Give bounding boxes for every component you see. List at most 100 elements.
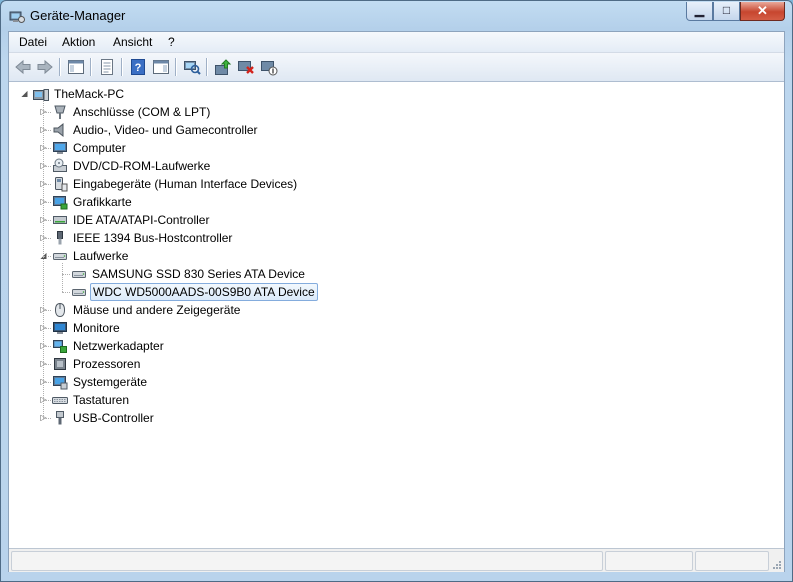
disable-device-button[interactable] bbox=[259, 57, 279, 77]
tree-node-label: Tastaturen bbox=[73, 393, 130, 407]
uninstall-button[interactable] bbox=[236, 57, 256, 77]
tree-node-label: WDC WD5000AADS-00S9B0 ATA Device bbox=[90, 283, 318, 301]
tree-category-node[interactable]: ▷ Grafikkarte bbox=[10, 193, 783, 211]
toolbar-separator bbox=[175, 58, 177, 76]
tree-device-node[interactable]: SAMSUNG SSD 830 Series ATA Device bbox=[10, 265, 783, 283]
tree-category-node[interactable]: ▷ Anschlüsse (COM & LPT) bbox=[10, 103, 783, 121]
tree-category-node[interactable]: ▷ Netzwerkadapter bbox=[10, 337, 783, 355]
help-button[interactable]: ? bbox=[128, 57, 148, 77]
tree-node-label: Audio-, Video- und Gamecontroller bbox=[73, 123, 258, 137]
tree-connector bbox=[43, 101, 44, 418]
tree-category-node[interactable]: ▷ IEEE 1394 Bus-Hostcontroller bbox=[10, 229, 783, 247]
tree-node-label: SAMSUNG SSD 830 Series ATA Device bbox=[92, 267, 305, 281]
tree-category-node[interactable]: ▷ Tastaturen bbox=[10, 391, 783, 409]
disk-drive-icon bbox=[72, 289, 86, 296]
tree-connector bbox=[62, 274, 70, 275]
collapse-arrow-icon[interactable]: ◢ bbox=[20, 85, 29, 103]
firewire-icon bbox=[57, 231, 63, 245]
monitor-icon bbox=[53, 322, 67, 334]
tree-connector bbox=[43, 112, 51, 113]
tree-connector bbox=[62, 292, 70, 293]
speaker-icon bbox=[53, 122, 64, 138]
title-bar[interactable]: Geräte-Manager ▁ □ ✕ bbox=[1, 1, 792, 31]
minimize-icon: ▁ bbox=[694, 3, 705, 17]
status-cell-tertiary bbox=[695, 551, 769, 571]
tree-node-label: USB-Controller bbox=[73, 411, 154, 425]
tree-node-label: TheMack-PC bbox=[54, 87, 125, 101]
tree-connector bbox=[62, 263, 63, 292]
tree-connector bbox=[43, 346, 51, 347]
tree-category-node[interactable]: ▷ Mäuse und andere Zeigegeräte bbox=[10, 301, 783, 319]
network-adapter-icon bbox=[53, 340, 67, 353]
hid-icon bbox=[55, 177, 68, 192]
tree-device-node-selected[interactable]: WDC WD5000AADS-00S9B0 ATA Device bbox=[10, 283, 783, 301]
resize-grip-icon[interactable] bbox=[772, 560, 782, 570]
tree-category-node[interactable]: ▷ Eingabegeräte (Human Interface Devices) bbox=[10, 175, 783, 193]
tree-connector bbox=[43, 256, 51, 257]
tree-connector bbox=[43, 382, 51, 383]
tree-category-node[interactable]: ▷ USB-Controller bbox=[10, 409, 783, 427]
tree-category-node[interactable]: ▷ Computer bbox=[10, 139, 783, 157]
window-title: Geräte-Manager bbox=[30, 8, 126, 23]
tree-node-label: Computer bbox=[73, 141, 126, 155]
tree-node-label: Anschlüsse (COM & LPT) bbox=[73, 105, 211, 119]
display-adapter-icon bbox=[53, 196, 68, 210]
close-button[interactable]: ✕ bbox=[740, 2, 785, 21]
minimize-button[interactable]: ▁ bbox=[686, 2, 713, 21]
svg-text:?: ? bbox=[135, 62, 142, 74]
status-cell-secondary bbox=[605, 551, 693, 571]
menu-aktion[interactable]: Aktion bbox=[62, 35, 95, 49]
tree-connector bbox=[43, 148, 51, 149]
forward-button[interactable] bbox=[35, 57, 55, 77]
device-manager-window: Geräte-Manager ▁ □ ✕ Datei Aktion Ansich… bbox=[0, 0, 793, 582]
menu-datei[interactable]: Datei bbox=[19, 35, 47, 49]
mouse-icon bbox=[54, 302, 66, 318]
update-driver-button[interactable] bbox=[213, 57, 233, 77]
tree-node-label: Grafikkarte bbox=[73, 195, 132, 209]
tree-connector bbox=[43, 166, 51, 167]
device-manager-icon bbox=[9, 11, 25, 23]
tree-connector bbox=[43, 184, 51, 185]
processor-icon bbox=[54, 358, 66, 370]
menu-help[interactable]: ? bbox=[168, 35, 175, 49]
tree-connector bbox=[43, 310, 51, 311]
tree-connector bbox=[43, 400, 51, 401]
properties-button[interactable] bbox=[97, 57, 117, 77]
status-bar bbox=[9, 548, 784, 572]
back-button[interactable] bbox=[13, 57, 33, 77]
status-cell-main bbox=[11, 551, 603, 571]
tree-node-label: Prozessoren bbox=[73, 357, 141, 371]
tree-category-node[interactable]: ◢ Laufwerke bbox=[10, 247, 783, 265]
tree-category-node[interactable]: ▷ Systemgeräte bbox=[10, 373, 783, 391]
tree-connector bbox=[43, 202, 51, 203]
tree-connector bbox=[43, 328, 51, 329]
close-icon: ✕ bbox=[757, 3, 768, 18]
tree-category-node[interactable]: ▷ IDE ATA/ATAPI-Controller bbox=[10, 211, 783, 229]
system-device-icon bbox=[53, 376, 68, 390]
menu-ansicht[interactable]: Ansicht bbox=[113, 35, 152, 49]
show-hide-console-tree-button[interactable] bbox=[66, 57, 86, 77]
tree-node-label: Netzwerkadapter bbox=[73, 339, 164, 353]
tree-category-node[interactable]: ▷ DVD/CD-ROM-Laufwerke bbox=[10, 157, 783, 175]
tree-node-label: IDE ATA/ATAPI-Controller bbox=[73, 213, 210, 227]
scan-hardware-button[interactable] bbox=[182, 57, 202, 77]
client-area: Datei Aktion Ansicht ? ? ◢ TheMack-PC ▷ … bbox=[8, 31, 785, 572]
tree-category-node[interactable]: ▷ Monitore bbox=[10, 319, 783, 337]
tree-connector bbox=[43, 364, 51, 365]
show-action-pane-button[interactable] bbox=[151, 57, 171, 77]
usb-icon bbox=[56, 411, 64, 425]
tree-node-label: Mäuse und andere Zeigegeräte bbox=[73, 303, 241, 317]
tree-node-label: Systemgeräte bbox=[73, 375, 148, 389]
menu-bar: Datei Aktion Ansicht ? bbox=[9, 32, 784, 53]
tree-node-label: Eingabegeräte (Human Interface Devices) bbox=[73, 177, 298, 191]
maximize-button[interactable]: □ bbox=[713, 2, 740, 21]
keyboard-icon bbox=[52, 397, 68, 404]
disk-drive-icon bbox=[53, 253, 67, 260]
tree-category-node[interactable]: ▷ Audio-, Video- und Gamecontroller bbox=[10, 121, 783, 139]
tree-node-label: Laufwerke bbox=[73, 249, 129, 263]
tree-category-node[interactable]: ▷ Prozessoren bbox=[10, 355, 783, 373]
tree-node-label: IEEE 1394 Bus-Hostcontroller bbox=[73, 231, 233, 245]
tree-root-node[interactable]: ◢ TheMack-PC bbox=[10, 85, 783, 103]
toolbar-separator bbox=[59, 58, 61, 76]
tree-connector bbox=[43, 130, 51, 131]
